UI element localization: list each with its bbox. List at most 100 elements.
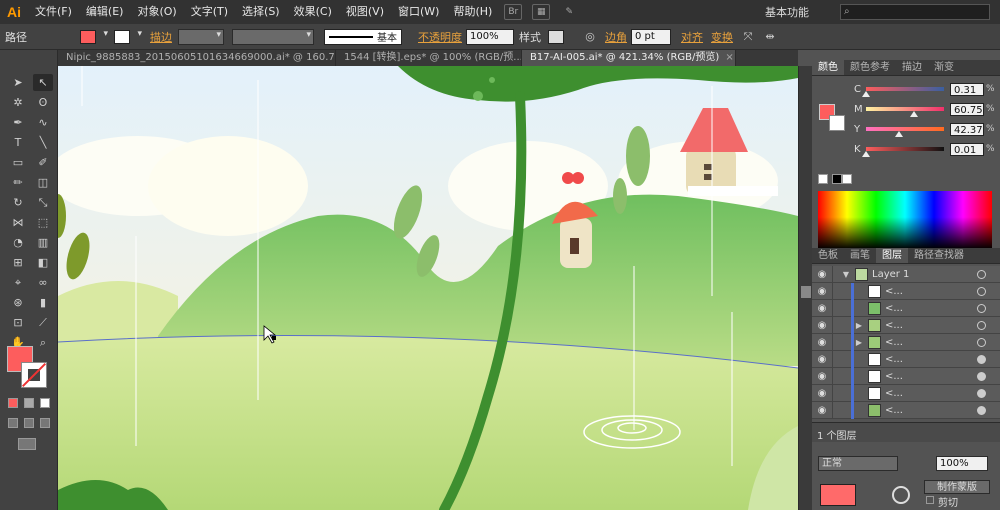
transform-link[interactable]: 变换 [707,29,737,45]
column-graph-tool-icon[interactable]: ▮ [33,294,53,311]
visibility-eye-icon[interactable]: ◉ [812,303,832,314]
rotate-tool-icon[interactable]: ↻ [8,194,28,211]
layer-opacity-field[interactable]: 100% [936,456,988,471]
draw-inside-icon[interactable] [40,418,50,428]
artboard-canvas[interactable] [58,66,798,510]
tab-1544[interactable]: 1544 [转换].eps* @ 100% (RGB/预... [336,50,522,66]
black-value[interactable]: 0.01 [950,142,984,156]
target-circle-icon[interactable] [977,337,986,347]
target-circle-icon[interactable] [977,269,986,279]
visibility-eye-icon[interactable]: ◉ [812,371,832,382]
lasso-tool-icon[interactable]: ʘ [33,94,53,111]
gradient-mode-icon[interactable] [24,398,34,408]
free-transform-tool-icon[interactable]: ⬚ [33,214,53,231]
layer-name[interactable]: Layer 1 [872,269,977,280]
tab-color[interactable]: 颜色 [812,60,844,75]
paintbrush-tool-icon[interactable]: ✐ [33,154,53,171]
layer-row-layer1[interactable]: ◉ ▼ Layer 1 [812,265,1000,283]
pen-tool-icon[interactable]: ✒ [8,114,28,131]
cyan-value[interactable]: 0.31 [950,82,984,96]
fill-dropdown[interactable] [100,29,110,45]
magic-wand-tool-icon[interactable]: ✲ [8,94,28,111]
layer-row[interactable]: ◉ ▶ <... [812,333,1000,351]
tab-nipic[interactable]: Nipic_9885883_20150605101634669000.ai* @… [58,50,336,66]
workspace-switcher[interactable]: 基本功能 [765,4,809,20]
stroke-color-box[interactable] [21,362,47,388]
shape-builder-tool-icon[interactable]: ◔ [8,234,28,251]
graphic-style-swatch[interactable] [548,29,564,44]
tab-pathfinder[interactable]: 路径查找器 [908,248,970,263]
no-mask-icon[interactable] [892,486,910,504]
opacity-link[interactable]: 不透明度 [414,29,466,45]
none-swatch-icon[interactable] [818,174,828,184]
transparency-thumbnail[interactable] [820,484,856,506]
artboard-tool-icon[interactable]: ⊡ [8,314,28,331]
eraser-tool-icon[interactable]: ◫ [33,174,53,191]
mesh-tool-icon[interactable]: ⊞ [8,254,28,271]
curvature-tool-icon[interactable]: ∿ [33,114,53,131]
type-tool-icon[interactable]: T [8,134,28,151]
layer-row[interactable]: ◉ <... [812,401,1000,419]
layer-row[interactable]: ◉ <... [812,350,1000,368]
expand-chevron-icon[interactable]: ▼ [841,270,851,279]
tab-layers[interactable]: 图层 [876,248,908,263]
cyan-slider[interactable] [862,87,944,97]
color-spectrum[interactable] [818,191,992,249]
scroll-thumb[interactable] [801,286,811,298]
visibility-eye-icon[interactable]: ◉ [812,388,832,399]
white-swatch[interactable] [842,174,852,184]
stroke-dropdown[interactable] [134,29,144,45]
visibility-eye-icon[interactable]: ◉ [812,405,832,416]
visibility-eye-icon[interactable]: ◉ [812,354,832,365]
menu-file[interactable]: 文件(F) [28,0,79,24]
symbol-sprayer-tool-icon[interactable]: ⊛ [8,294,28,311]
black-slider[interactable] [862,147,944,157]
scale-tool-icon[interactable]: ⤡ [33,194,53,211]
menu-select[interactable]: 选择(S) [235,0,287,24]
stroke-swatch[interactable] [114,29,130,44]
menu-type[interactable]: 文字(T) [184,0,235,24]
magenta-slider[interactable] [866,107,944,117]
direct-selection-tool-icon[interactable]: ↖ [33,74,53,91]
help-search-input[interactable]: ⌕ [840,4,990,20]
pencil-tool-icon[interactable]: ✏ [8,174,28,191]
zoom-tool-icon[interactable]: ⌕ [33,334,53,351]
vertical-scrollbar[interactable] [798,66,812,510]
menu-window[interactable]: 窗口(W) [391,0,446,24]
layer-row[interactable]: ◉ <... [812,384,1000,402]
yellow-knob[interactable] [894,131,903,137]
yellow-value[interactable]: 42.37 [950,122,984,136]
target-circle-icon[interactable] [977,303,986,313]
none-mode-icon[interactable] [40,398,50,408]
expand-chevron-icon[interactable]: ▶ [854,321,864,330]
tab-brushes[interactable]: 画笔 [844,248,876,263]
menu-effect[interactable]: 效果(C) [287,0,339,24]
tab-swatches[interactable]: 色板 [812,248,844,263]
menu-edit[interactable]: 编辑(E) [79,0,131,24]
line-tool-icon[interactable]: ╲ [33,134,53,151]
layer-row[interactable]: ◉ <... [812,367,1000,385]
target-circle-icon[interactable] [977,371,986,381]
target-circle-icon[interactable] [977,286,986,296]
tab-b17[interactable]: B17-AI-005.ai* @ 421.34% (RGB/预览) × [522,50,736,66]
blend-tool-icon[interactable]: ∞ [33,274,53,291]
target-circle-icon[interactable] [977,405,986,415]
magenta-value[interactable]: 60.75 [950,102,984,116]
target-circle-icon[interactable] [977,388,986,398]
blend-mode-select[interactable]: 正常 [818,456,898,471]
tab-color-guide[interactable]: 颜色参考 [844,60,896,75]
rectangle-tool-icon[interactable]: ▭ [8,154,28,171]
target-circle-icon[interactable] [977,354,986,364]
layer-row[interactable]: ◉ ▶ <... [812,316,1000,334]
menu-view[interactable]: 视图(V) [339,0,391,24]
bridge-button[interactable]: Br [504,4,523,20]
layer-row[interactable]: ◉ <... [812,299,1000,317]
eyedropper-tool-icon[interactable]: ⌖ [8,274,28,291]
corner-link[interactable]: 边角 [601,29,631,45]
selection-tool-icon[interactable]: ➤ [8,74,28,91]
isolate-icon[interactable]: ⤧ [740,29,756,45]
visibility-eye-icon[interactable]: ◉ [812,286,832,297]
stroke-weight-field[interactable] [178,28,224,45]
menu-object[interactable]: 对象(O) [130,0,183,24]
brush-definition[interactable]: 基本 [324,28,402,45]
